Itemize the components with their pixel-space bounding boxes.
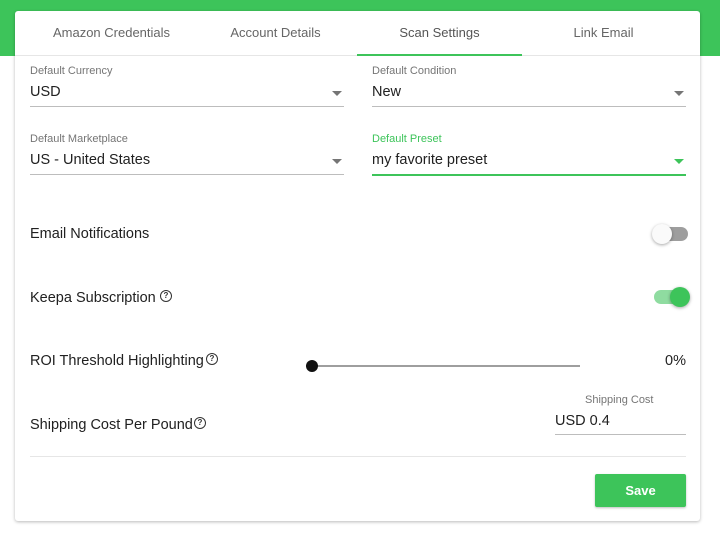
shipping-cost-input-label: Shipping Cost <box>585 394 654 406</box>
help-icon[interactable]: ? <box>160 290 172 302</box>
field-underline <box>30 174 344 175</box>
slider-track <box>306 365 580 367</box>
keepa-subscription-label: Keepa Subscription <box>30 290 156 306</box>
slider-thumb[interactable] <box>306 360 318 372</box>
default-marketplace-label: Default Marketplace <box>30 133 128 145</box>
roi-threshold-value: 0% <box>665 353 686 369</box>
tab-bar: Amazon Credentials Account Details Scan … <box>15 11 700 56</box>
help-icon[interactable]: ? <box>194 417 206 429</box>
default-currency-label: Default Currency <box>30 65 113 77</box>
page-bottom <box>0 521 720 537</box>
dropdown-arrow-icon <box>332 159 342 164</box>
default-preset-value: my favorite preset <box>372 152 488 168</box>
settings-card: Amazon Credentials Account Details Scan … <box>15 11 700 521</box>
default-currency-value: USD <box>30 84 61 100</box>
shipping-cost-input[interactable]: USD 0.4 <box>555 411 686 435</box>
field-underline <box>555 434 686 435</box>
email-notifications-label: Email Notifications <box>30 226 150 242</box>
toggle-thumb <box>670 287 690 307</box>
tab-scan-settings[interactable]: Scan Settings <box>357 11 522 56</box>
divider <box>30 456 686 457</box>
shipping-cost-value: USD 0.4 <box>555 413 610 429</box>
roi-threshold-label: ROI Threshold Highlighting <box>30 353 204 369</box>
save-button[interactable]: Save <box>595 474 686 507</box>
roi-threshold-slider[interactable] <box>306 359 580 373</box>
shipping-cost-per-pound-label: Shipping Cost Per Pound <box>30 417 193 433</box>
default-preset-label: Default Preset <box>372 133 442 145</box>
field-underline <box>30 106 344 107</box>
tab-amazon-credentials[interactable]: Amazon Credentials <box>29 11 194 55</box>
field-underline <box>372 106 686 107</box>
keepa-subscription-toggle[interactable] <box>654 287 690 307</box>
help-icon[interactable]: ? <box>206 353 218 365</box>
default-condition-value: New <box>372 84 402 100</box>
field-underline <box>372 174 686 176</box>
tab-link-email[interactable]: Link Email <box>521 11 686 55</box>
dropdown-arrow-icon <box>332 91 342 96</box>
dropdown-arrow-icon <box>674 91 684 96</box>
tab-account-details[interactable]: Account Details <box>193 11 358 55</box>
dropdown-arrow-icon <box>674 159 684 164</box>
default-marketplace-value: US - United States <box>30 152 151 168</box>
default-condition-label: Default Condition <box>372 65 457 77</box>
toggle-thumb <box>652 224 672 244</box>
email-notifications-toggle[interactable] <box>652 224 688 244</box>
